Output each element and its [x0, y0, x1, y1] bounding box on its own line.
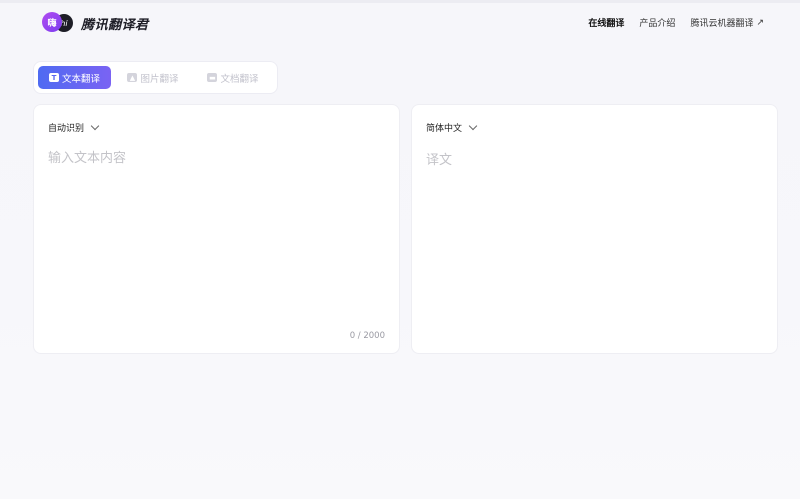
- logo-text: 腾讯翻译君: [81, 17, 149, 33]
- logo-circle-purple: 嗨: [42, 12, 62, 32]
- image-icon: ▲: [127, 73, 138, 82]
- char-counter: 0 / 2000: [349, 331, 385, 341]
- external-link-icon: ↗: [756, 17, 764, 28]
- chevron-down-icon: [90, 121, 100, 131]
- text-icon: T: [48, 73, 59, 82]
- source-panel: 自动识别 0 / 2000: [33, 104, 400, 354]
- nav-online-translate[interactable]: 在线翻译: [588, 16, 624, 29]
- tab-image-translate[interactable]: ▲ 图片翻译: [115, 66, 191, 89]
- source-language-select[interactable]: 自动识别: [48, 121, 100, 134]
- nav-tencent-cloud-mt[interactable]: 腾讯云机器翻译 ↗: [690, 16, 764, 30]
- source-text-input[interactable]: [48, 147, 388, 327]
- top-nav: 在线翻译 产品介绍 腾讯云机器翻译 ↗: [588, 16, 764, 30]
- chevron-down-icon: [468, 121, 478, 131]
- target-language-select[interactable]: 简体中文: [426, 121, 478, 134]
- tab-text-translate[interactable]: T 文本翻译: [38, 66, 111, 89]
- tab-document-translate[interactable]: ▬ 文档翻译: [195, 66, 271, 89]
- document-icon: ▬: [207, 73, 218, 82]
- target-panel: 简体中文 译文: [411, 104, 778, 354]
- header: 嗨 hi 腾讯翻译君 在线翻译 产品介绍 腾讯云机器翻译 ↗: [0, 3, 800, 41]
- logo[interactable]: 嗨 hi 腾讯翻译君: [42, 9, 149, 37]
- translation-output: 译文: [426, 153, 453, 168]
- nav-product-intro[interactable]: 产品介绍: [639, 16, 675, 29]
- translate-mode-tabs: T 文本翻译 ▲ 图片翻译 ▬ 文档翻译: [33, 61, 278, 94]
- logo-mark-icon: 嗨 hi: [42, 10, 76, 36]
